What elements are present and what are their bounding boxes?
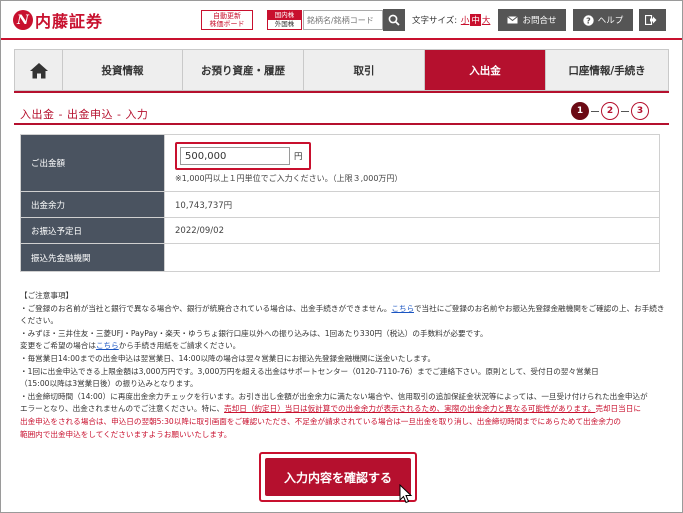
- note-item: ・1回に出金申込できる上限金額は3,000万円です。3,000万円を超える出金は…: [20, 366, 599, 376]
- amount-cell: 円 ※1,000円以上１円単位でご入力ください。（上限３,000万円）: [164, 134, 660, 192]
- search-button[interactable]: [383, 9, 405, 31]
- help-label: ヘルプ: [597, 16, 624, 26]
- confirm-button[interactable]: 入力内容を確認する: [265, 458, 411, 496]
- home-icon: [29, 62, 48, 78]
- transfer-date-label: お振込予定日: [20, 217, 165, 244]
- nav-deposit-withdrawal[interactable]: 入出金: [424, 50, 545, 90]
- note-item: ・ご登録のお名前が当社と銀行で異なる場合や、銀行が統廃合されている場合は、出金手…: [20, 303, 665, 328]
- logout-icon: [644, 15, 656, 25]
- nav-divider: [14, 91, 669, 93]
- amount-input[interactable]: [180, 147, 290, 165]
- amount-unit: 円: [294, 152, 303, 162]
- table-row: お振込予定日 2022/09/02: [20, 217, 660, 244]
- table-row: 振込先金融機関: [20, 243, 660, 272]
- market-domestic-option[interactable]: 国内株: [268, 11, 301, 20]
- note-warning: 出金申込をされる場合は、申込日の翌朝5:30以降に取引画面をご確認いただき、不足…: [20, 416, 622, 426]
- notes-heading: 【ご注意事項】: [20, 291, 74, 300]
- note-item: エラーとなり、出金されませんのでご注意ください。特に、売却日（約定日）当日は仮計…: [20, 403, 665, 416]
- bank-value: [164, 243, 660, 272]
- name-check-link[interactable]: こちら: [391, 304, 414, 313]
- auto-update-line1: 自動更新: [213, 12, 241, 20]
- logo-text: 内藤証券: [35, 12, 104, 31]
- balance-label: 出金余力: [20, 191, 165, 218]
- nav-assets-history[interactable]: お預り資産・履歴: [182, 50, 303, 90]
- note-item: ・毎営業日14:00までの出金申込は翌営業日、14:00以降の場合は翌々営業日に…: [20, 353, 436, 363]
- step-separator: [621, 110, 629, 112]
- note-item: 変更をご希望の場合はこちらから手続き用紙をご請求ください。: [20, 340, 665, 353]
- nav-account-info[interactable]: 口座情報/手続き: [545, 50, 668, 90]
- contact-button[interactable]: お問合せ: [498, 9, 566, 31]
- svg-text:?: ?: [586, 16, 591, 25]
- logout-button[interactable]: [639, 9, 666, 31]
- note-item: ・出金締切時間（14:00）に再度出金余力チェックを行います。お引き出し金額が出…: [20, 391, 648, 401]
- note-item: （15:00以降は3営業日後）の振り込みとなります。: [20, 379, 198, 389]
- header: N 内藤証券 自動更新 株価ボード 国内株 外国株 文字サイズ: 小中大 お問合…: [1, 1, 682, 37]
- withdrawal-form-table: ご出金額 円 ※1,000円以上１円単位でご入力ください。（上限３,000万円）…: [20, 134, 660, 272]
- confirm-button-highlight: 入力内容を確認する: [259, 452, 417, 502]
- form-request-link[interactable]: こちら: [96, 341, 119, 350]
- transfer-date-value: 2022/09/02: [164, 217, 660, 244]
- font-size-label: 文字サイズ:: [412, 16, 458, 26]
- step-indicator: 1 2 3: [571, 102, 649, 120]
- font-size-large[interactable]: 大: [481, 14, 492, 26]
- auto-update-board-button[interactable]: 自動更新 株価ボード: [201, 10, 253, 30]
- notes-section: 【ご注意事項】 ・ご登録のお名前が当社と銀行で異なる場合や、銀行が統廃合されてい…: [20, 290, 665, 441]
- title-divider: [14, 123, 669, 125]
- market-foreign-option[interactable]: 外国株: [268, 20, 301, 29]
- nav-trading[interactable]: 取引: [303, 50, 424, 90]
- help-button[interactable]: ? ヘルプ: [573, 9, 633, 31]
- search-icon: [388, 14, 400, 26]
- bank-label: 振込先金融機関: [20, 243, 165, 272]
- main-nav: 投資情報 お預り資産・履歴 取引 入出金 口座情報/手続き: [14, 49, 669, 91]
- amount-label: ご出金額: [20, 134, 165, 192]
- font-size-small[interactable]: 小: [460, 14, 471, 26]
- note-item: ・みずほ・三井住友・三菱UFJ・PayPay・楽天・ゆうちょ銀行口座以外への振り…: [20, 328, 488, 338]
- contact-label: お問合せ: [522, 16, 557, 26]
- table-row: 出金余力 10,743,737円: [20, 191, 660, 218]
- nav-investment-info[interactable]: 投資情報: [62, 50, 182, 90]
- step-separator: [591, 110, 599, 112]
- logo-mark-icon: N: [13, 10, 33, 30]
- amount-note: ※1,000円以上１円単位でご入力ください。（上限３,000万円）: [175, 174, 403, 183]
- note-text: ・ご登録のお名前が当社と銀行で異なる場合や、銀行が統廃合されている場合は、出金手…: [20, 303, 392, 313]
- note-warning-underline: 売却日（約定日）当日は仮計算での出金余力が表示されるため、実際の出金余力と異なる…: [224, 404, 596, 414]
- header-divider: [1, 38, 682, 40]
- logo[interactable]: N 内藤証券: [13, 8, 103, 32]
- step-1: 1: [571, 102, 589, 120]
- note-text: 変更をご希望の場合は: [20, 341, 96, 351]
- font-size-control: 文字サイズ: 小中大: [412, 14, 491, 26]
- auto-update-line2: 株価ボード: [209, 20, 245, 28]
- nav-home[interactable]: [15, 50, 62, 90]
- page-title: 入出金 - 出金申込 - 入力: [20, 108, 149, 121]
- balance-value: 10,743,737円: [164, 191, 660, 218]
- stock-search-input[interactable]: [303, 10, 383, 30]
- note-text: エラーとなり、出金されませんのでご注意ください。特に、: [20, 404, 225, 414]
- step-2: 2: [601, 102, 619, 120]
- font-size-medium[interactable]: 中: [470, 14, 481, 26]
- note-warning: 範囲内で出金申込をしてくださいますようお願いいたします。: [20, 429, 232, 439]
- step-3: 3: [631, 102, 649, 120]
- mail-icon: [507, 16, 519, 24]
- mouse-cursor-icon: [399, 484, 413, 504]
- market-selector[interactable]: 国内株 外国株: [267, 10, 302, 30]
- question-icon: ?: [583, 14, 594, 26]
- amount-field-highlight: 円: [175, 142, 311, 170]
- table-row: ご出金額 円 ※1,000円以上１円単位でご入力ください。（上限３,000万円）: [20, 134, 660, 192]
- note-text: から手続き用紙をご請求ください。: [118, 341, 241, 351]
- note-warning: 売却日当日に: [595, 404, 641, 414]
